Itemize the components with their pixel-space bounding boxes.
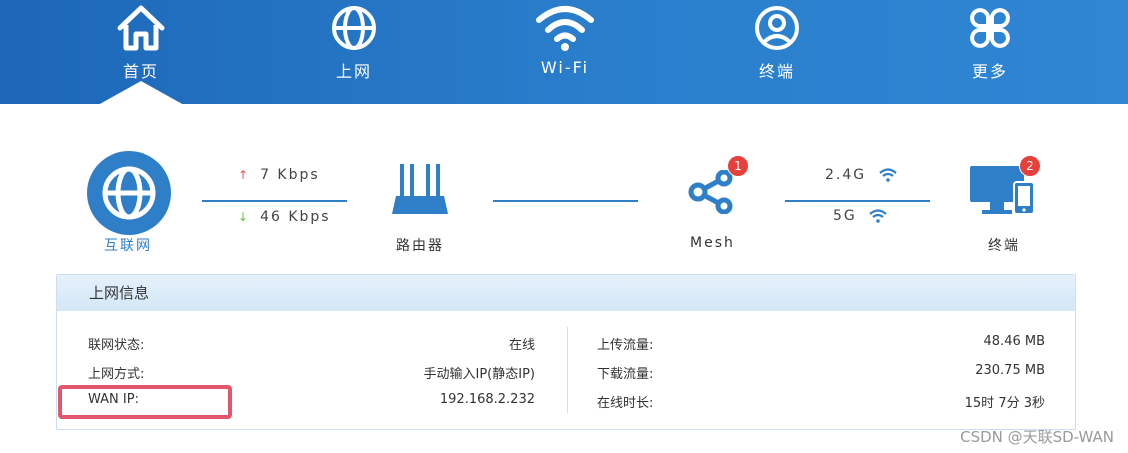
panel-divider — [567, 327, 568, 413]
download-rate: ↓ 46 Kbps — [238, 209, 331, 225]
band-5g-label: 5G — [833, 208, 857, 224]
wifi-small-icon — [869, 209, 887, 223]
wan-ip-highlight-box — [58, 385, 232, 419]
upload-rate-value: 7 Kbps — [260, 167, 320, 183]
watermark: CSDN @天联SD-WAN — [960, 428, 1114, 446]
home-icon — [117, 5, 165, 51]
info-right-value-0: 48.46 MB — [983, 334, 1045, 349]
top-navigation: 首页 上网 Wi-Fi 终端 更多 — [0, 0, 1128, 105]
info-left-value-2: 192.168.2.232 — [439, 392, 535, 407]
mesh-node[interactable] — [688, 169, 736, 215]
terminal-label: 终端 — [988, 238, 1020, 254]
share-nodes-icon — [688, 169, 733, 215]
info-left-label-0: 联网状态: — [88, 338, 145, 353]
info-left-label-1: 上网方式: — [88, 367, 145, 382]
router-node[interactable] — [390, 164, 450, 216]
mesh-terminal-link — [785, 200, 930, 202]
router-icon — [392, 164, 448, 214]
wifi-icon — [536, 6, 594, 51]
panel-title: 上网信息 — [57, 275, 1075, 311]
nav-label-internet: 上网 — [335, 62, 372, 81]
router-label: 路由器 — [396, 238, 444, 254]
info-left-value-1: 手动输入IP(静态IP) — [423, 367, 536, 382]
download-rate-value: 46 Kbps — [260, 209, 331, 225]
more-grid-icon — [970, 8, 1010, 48]
globe-icon — [332, 6, 376, 50]
nav-item-wifi[interactable]: Wi-Fi — [495, 0, 635, 100]
nav-label-terminal: 终端 — [758, 62, 795, 81]
nav-item-internet[interactable]: 上网 — [284, 0, 424, 100]
active-nav-pointer — [98, 81, 184, 105]
router-mesh-link — [493, 200, 638, 202]
band-24g-label: 2.4G — [825, 167, 867, 183]
internet-label: 互联网 — [104, 238, 152, 254]
info-right-label-0: 上传流量: — [597, 338, 654, 353]
internet-node[interactable] — [86, 150, 172, 236]
info-right-label-2: 在线时长: — [597, 396, 654, 411]
arrow-up-icon: ↑ — [238, 168, 251, 182]
info-left-value-0: 在线 — [508, 338, 535, 353]
upload-rate: ↑ 7 Kbps — [238, 167, 320, 183]
info-right-value-2: 15时 7分 3秒 — [964, 396, 1045, 411]
nav-label-more: 更多 — [971, 62, 1008, 81]
nav-item-terminal[interactable]: 终端 — [707, 0, 847, 100]
arrow-down-icon: ↓ — [238, 210, 251, 224]
user-circle-icon — [755, 6, 799, 50]
band-24g: 2.4G — [825, 167, 897, 183]
band-5g: 5G — [833, 208, 887, 224]
wifi-small-icon — [878, 168, 897, 182]
mesh-label: Mesh — [690, 235, 735, 251]
info-right-value-1: 230.75 MB — [975, 363, 1045, 378]
mesh-count-badge: 1 — [727, 155, 749, 177]
nav-item-more[interactable]: 更多 — [920, 0, 1060, 100]
terminal-count-badge: 2 — [1019, 155, 1041, 177]
nav-label-wifi: Wi-Fi — [540, 58, 590, 77]
info-right-label-1: 下载流量: — [597, 367, 654, 382]
nav-label-home: 首页 — [122, 62, 159, 81]
internet-router-link — [202, 200, 347, 202]
internet-globe-icon — [87, 151, 171, 235]
